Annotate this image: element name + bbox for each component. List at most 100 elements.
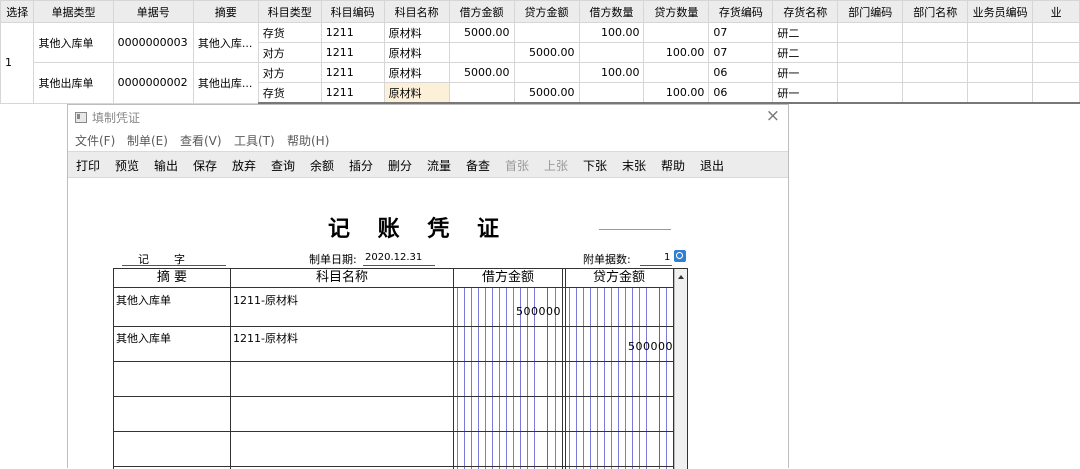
entry-summary[interactable]: 其他入库单 bbox=[116, 330, 171, 346]
dept-name-cell bbox=[902, 22, 969, 43]
entry-debit[interactable]: 500000 bbox=[454, 305, 561, 318]
menu-tools[interactable]: 工具(T) bbox=[234, 132, 275, 149]
voucher-status-line bbox=[599, 229, 671, 230]
col-summary-header[interactable]: 摘要 bbox=[192, 0, 259, 23]
print-button[interactable]: 打印 bbox=[76, 157, 100, 174]
doc-no-cell: 0000000002 bbox=[112, 62, 194, 104]
menu-help[interactable]: 帮助(H) bbox=[287, 132, 329, 149]
export-button[interactable]: 输出 bbox=[154, 157, 178, 174]
close-icon[interactable]: × bbox=[766, 106, 780, 126]
delete-entry-button[interactable]: 删分 bbox=[388, 157, 412, 174]
digit-line bbox=[569, 288, 570, 469]
table-row[interactable]: 1 其他入库单 0000000003 其他入库... 存货 1211 原材料 5… bbox=[0, 22, 1080, 104]
memo-check-button[interactable]: 备查 bbox=[466, 157, 490, 174]
attachments-value[interactable]: 1 bbox=[664, 252, 670, 263]
col-credit-qty-header[interactable]: 贷方数量 bbox=[643, 0, 710, 23]
last-page-button[interactable]: 末张 bbox=[622, 157, 646, 174]
dialog-title-bar[interactable]: 填制凭证 × bbox=[68, 105, 788, 129]
col-debit-qty-header[interactable]: 借方数量 bbox=[578, 0, 645, 23]
debit-cell: 5000.00 bbox=[448, 22, 515, 43]
debit-qty-cell bbox=[578, 82, 645, 104]
col-summary-heading: 摘 要 bbox=[156, 270, 188, 285]
voucher-title: 记 账 凭 证 bbox=[328, 216, 509, 242]
col-inv-name-header[interactable]: 存货名称 bbox=[772, 0, 839, 23]
debit-cell: 5000.00 bbox=[448, 62, 515, 83]
preview-button[interactable]: 预览 bbox=[115, 157, 139, 174]
search-icon[interactable] bbox=[674, 250, 686, 262]
col-subject-heading: 科目名称 bbox=[315, 270, 368, 285]
dept-name-cell bbox=[902, 82, 969, 104]
discard-button[interactable]: 放弃 bbox=[232, 157, 256, 174]
column-divider bbox=[562, 269, 563, 469]
menu-view[interactable]: 查看(V) bbox=[180, 132, 222, 149]
col-dept-code-header[interactable]: 部门编码 bbox=[837, 0, 904, 23]
voucher-scrollbar[interactable] bbox=[674, 269, 687, 469]
digit-line bbox=[604, 288, 605, 469]
entry-credit[interactable]: 500000 bbox=[566, 340, 673, 353]
digit-line bbox=[597, 288, 598, 469]
inv-code-cell: 07 bbox=[708, 22, 774, 43]
menu-file[interactable]: 文件(F) bbox=[75, 132, 115, 149]
col-doc-no-header[interactable]: 单据号 bbox=[112, 0, 194, 23]
subject-name-cell: 原材料 bbox=[383, 22, 450, 43]
window-icon bbox=[75, 112, 87, 123]
voucher-type-underline bbox=[122, 265, 226, 266]
voucher-entry-table: 摘 要 科目名称 借方金额 贷方金额 其他入库单 1211-原材料 500000… bbox=[113, 268, 688, 469]
col-salesman-code-header[interactable]: 业务员编码 bbox=[967, 0, 1034, 23]
column-divider bbox=[230, 269, 231, 469]
table-row[interactable]: 其他出库单 0000000002 其他出库... 对方 1211 原材料 500… bbox=[1, 62, 1080, 104]
col-credit-header[interactable]: 贷方金额 bbox=[513, 0, 580, 23]
subject-type-cell: 存货 bbox=[257, 82, 322, 104]
date-label: 制单日期: bbox=[309, 253, 357, 266]
subject-name-cell: 原材料 bbox=[383, 62, 450, 83]
col-subject-name-header[interactable]: 科目名称 bbox=[383, 0, 450, 23]
credit-qty-cell: 100.00 bbox=[643, 82, 710, 104]
first-page-button[interactable]: 首张 bbox=[505, 157, 529, 174]
attachments-underline bbox=[640, 265, 672, 266]
subject-name-cell-selected[interactable]: 原材料 bbox=[383, 82, 450, 104]
select-cell[interactable]: 1 bbox=[0, 22, 35, 104]
col-more-header[interactable]: 业 bbox=[1032, 0, 1080, 23]
next-page-button[interactable]: 下张 bbox=[583, 157, 607, 174]
debit-qty-cell: 100.00 bbox=[578, 22, 645, 43]
digit-line bbox=[576, 288, 577, 469]
cash-flow-button[interactable]: 流量 bbox=[427, 157, 451, 174]
col-debit-header[interactable]: 借方金额 bbox=[448, 0, 515, 23]
subject-code-cell: 1211 bbox=[320, 42, 385, 63]
inv-code-cell: 06 bbox=[708, 62, 774, 83]
dept-code-cell bbox=[837, 22, 904, 43]
save-button[interactable]: 保存 bbox=[193, 157, 217, 174]
col-debit-heading: 借方金额 bbox=[481, 270, 534, 285]
entry-summary[interactable]: 其他入库单 bbox=[116, 292, 171, 308]
col-inv-code-header[interactable]: 存货编码 bbox=[708, 0, 774, 23]
debit-cell bbox=[448, 82, 515, 104]
exit-button[interactable]: 退出 bbox=[700, 157, 724, 174]
col-subject-type-header[interactable]: 科目类型 bbox=[257, 0, 322, 23]
column-divider bbox=[565, 269, 566, 469]
subject-type-cell: 对方 bbox=[257, 62, 322, 83]
prev-page-button[interactable]: 上张 bbox=[544, 157, 568, 174]
salesman-code-cell bbox=[967, 82, 1034, 104]
inv-name-cell: 研二 bbox=[772, 22, 839, 43]
insert-entry-button[interactable]: 插分 bbox=[349, 157, 373, 174]
col-doc-type-header[interactable]: 单据类型 bbox=[33, 0, 114, 23]
entry-subject[interactable]: 1211-原材料 bbox=[233, 292, 298, 308]
decimal-line bbox=[659, 288, 660, 469]
help-button[interactable]: 帮助 bbox=[661, 157, 685, 174]
attachments-label: 附单据数: bbox=[583, 253, 631, 266]
query-button[interactable]: 查询 bbox=[271, 157, 295, 174]
voucher-dialog: 填制凭证 × 文件(F) 制单(E) 查看(V) 工具(T) 帮助(H) 打印 … bbox=[67, 104, 789, 469]
inv-code-cell: 07 bbox=[708, 42, 774, 63]
inv-code-cell: 06 bbox=[708, 82, 774, 104]
col-subject-code-header[interactable]: 科目编码 bbox=[320, 0, 385, 23]
entry-subject[interactable]: 1211-原材料 bbox=[233, 330, 298, 346]
col-dept-name-header[interactable]: 部门名称 bbox=[902, 0, 969, 23]
subject-code-cell: 1211 bbox=[320, 82, 385, 104]
credit-cell bbox=[513, 62, 580, 83]
col-select-header[interactable]: 选择 bbox=[0, 0, 35, 23]
subject-code-cell: 1211 bbox=[320, 62, 385, 83]
date-value[interactable]: 2020.12.31 bbox=[365, 252, 422, 263]
balance-button[interactable]: 余额 bbox=[310, 157, 334, 174]
menu-edit[interactable]: 制单(E) bbox=[127, 132, 168, 149]
grid-header-row: 选择 单据类型 单据号 摘要 科目类型 科目编码 科目名称 借方金额 贷方金额 … bbox=[0, 0, 1080, 23]
